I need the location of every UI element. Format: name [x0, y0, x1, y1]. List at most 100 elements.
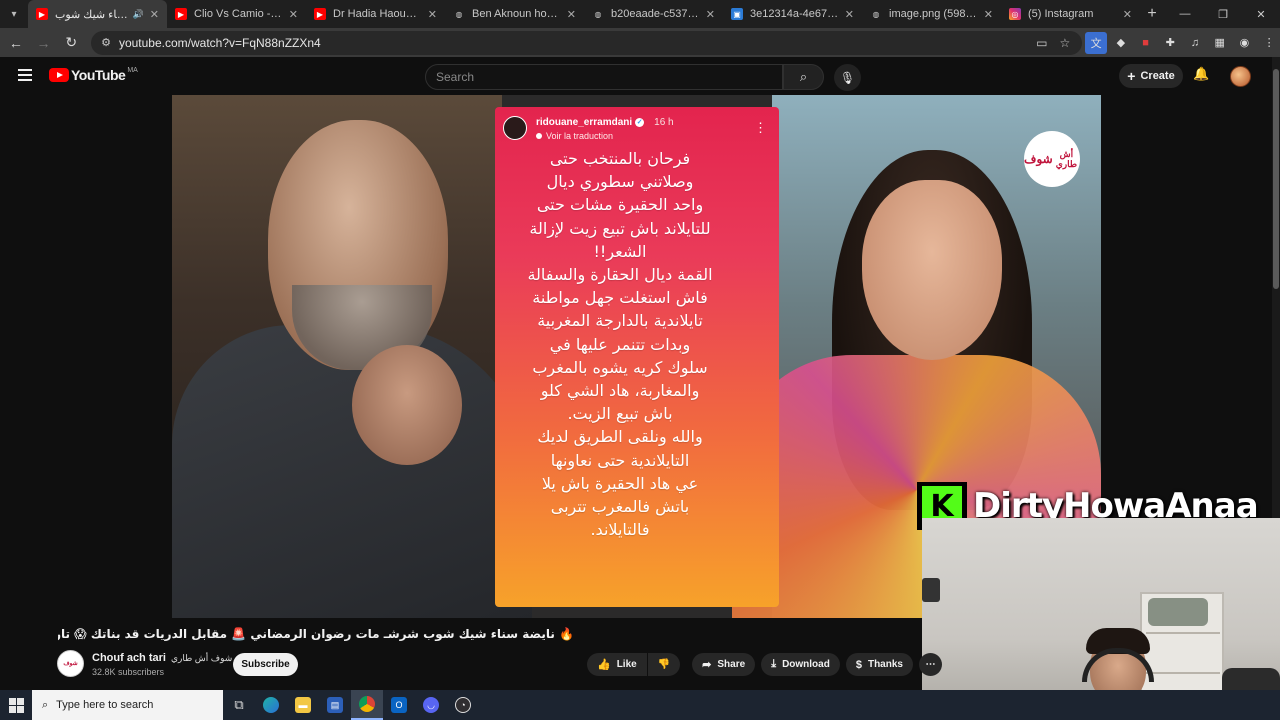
- search-icon[interactable]: ⌕: [783, 64, 824, 90]
- reload-icon[interactable]: ↻: [59, 31, 83, 55]
- close-tab-icon[interactable]: ✕: [428, 8, 437, 21]
- youtube-play-icon: [49, 68, 69, 82]
- video-man-hand: [352, 345, 462, 465]
- hamburger-menu-icon[interactable]: [18, 69, 32, 81]
- youtube-header: YouTube MA Search ⌕ 🎙 + Create 🔔: [0, 57, 1280, 95]
- webcam-shelf-items: [1148, 598, 1208, 626]
- tab-title: Clio Vs Camio - YouTube: [194, 8, 283, 20]
- dislike-button[interactable]: 👎: [647, 653, 681, 676]
- verified-badge-icon: ✓: [635, 118, 645, 127]
- kebab-menu-icon[interactable]: ⋮: [1258, 32, 1280, 54]
- story-line: وصلاتني سطوري ديال: [546, 172, 694, 192]
- account-avatar[interactable]: [1230, 66, 1251, 87]
- translate-extension-icon[interactable]: 文: [1085, 31, 1107, 54]
- close-tab-icon[interactable]: ✕: [984, 8, 993, 21]
- microsoft-store-icon[interactable]: ▤: [319, 690, 351, 720]
- scrollbar-thumb[interactable]: [1273, 69, 1279, 289]
- thanks-label: Thanks: [867, 659, 903, 670]
- cast-icon[interactable]: ▭: [1036, 36, 1047, 50]
- notifications-bell-icon[interactable]: 🔔: [1193, 66, 1209, 82]
- url-text: youtube.com/watch?v=FqN88nZZXn4: [118, 35, 321, 50]
- window-controls: — ❐ ✕: [1166, 0, 1280, 28]
- close-tab-icon[interactable]: ✕: [150, 8, 159, 21]
- forward-arrow-icon[interactable]: →: [32, 31, 56, 55]
- tab-clio-vs-camio[interactable]: ▶ Clio Vs Camio - YouTube ✕: [167, 0, 306, 28]
- video-actions: 👍 Like 👎 ➦ Share ⤓ Download $ Thanks ⋯: [587, 653, 948, 676]
- extensions-puzzle-icon[interactable]: ✚: [1159, 32, 1181, 54]
- extension-red-icon[interactable]: ■: [1135, 32, 1157, 54]
- obs-studio-icon[interactable]: ◔: [447, 690, 479, 720]
- tab-search-button[interactable]: ▾: [0, 0, 28, 28]
- discord-icon[interactable]: ◡: [415, 690, 447, 720]
- tab-youtube-active[interactable]: ▶ نايضة سناء شيك شوب 🔊 ✕: [28, 0, 167, 28]
- chrome-icon[interactable]: [351, 690, 383, 720]
- story-line: فالتايلاند.: [590, 520, 650, 540]
- media-controls-icon[interactable]: ♫: [1184, 32, 1206, 54]
- microphone-icon[interactable]: 🎙: [834, 64, 861, 91]
- task-view-icon[interactable]: ⧉: [223, 690, 255, 720]
- story-more-icon: ⋮: [754, 120, 767, 135]
- channel-avatar[interactable]: شوف: [57, 650, 84, 677]
- address-bar[interactable]: ⚙ youtube.com/watch?v=FqN88nZZXn4 ▭ ☆: [91, 30, 1083, 55]
- story-line: سلوك كريه يشوه بالمغرب: [532, 357, 708, 377]
- close-tab-icon[interactable]: ✕: [1123, 8, 1132, 21]
- thanks-button[interactable]: $ Thanks: [845, 653, 913, 676]
- tab-ben-aknoun[interactable]: ◍ Ben Aknoun hospital cap ✕: [445, 0, 584, 28]
- back-arrow-icon[interactable]: ←: [4, 31, 28, 55]
- share-button[interactable]: ➦ Share: [692, 653, 756, 676]
- close-tab-icon[interactable]: ✕: [567, 8, 576, 21]
- thumbs-down-icon: 👎: [657, 659, 671, 670]
- profile-icon[interactable]: ◉: [1234, 32, 1256, 54]
- story-username: ridouane_erramdani ✓ 16 h: [536, 117, 674, 128]
- tab-instagram[interactable]: ◎ (5) Instagram ✕: [1001, 0, 1140, 28]
- close-tab-icon[interactable]: ✕: [289, 8, 298, 21]
- browser-toolbar: ← → ↻ ⚙ youtube.com/watch?v=FqN88nZZXn4 …: [0, 28, 1280, 57]
- video-woman-face: [862, 180, 1002, 360]
- youtube-wordmark: YouTube: [71, 67, 126, 83]
- site-info-icon[interactable]: ⚙: [101, 36, 111, 49]
- windows-start-icon[interactable]: [0, 690, 32, 720]
- story-line: للتايلاند باش تبيع زيت لإزالة: [529, 218, 711, 238]
- new-tab-button[interactable]: +: [1140, 5, 1164, 23]
- story-line: باتش فالمغرب تتربى: [550, 497, 690, 517]
- taskbar-search-input[interactable]: ⌕ Type here to search: [32, 690, 223, 720]
- tab-title: b20eaade-c537-4cc1-83: [611, 8, 700, 20]
- speaker-icon[interactable]: 🔊: [133, 9, 144, 20]
- subscribe-button[interactable]: Subscribe: [233, 653, 298, 676]
- bookmark-star-icon[interactable]: ☆: [1059, 36, 1070, 50]
- maximize-icon[interactable]: ❐: [1204, 0, 1242, 28]
- tab-grid-icon[interactable]: ▦: [1209, 32, 1231, 54]
- create-button[interactable]: + Create: [1119, 64, 1183, 88]
- watermark-top-text: شوف: [1024, 152, 1053, 166]
- tab-b20eaade[interactable]: ◍ b20eaade-c537-4cc1-83 ✕: [584, 0, 723, 28]
- tab-image-png[interactable]: ◍ image.png (598×573) ✕: [862, 0, 1001, 28]
- close-tab-icon[interactable]: ✕: [706, 8, 715, 21]
- like-button[interactable]: 👍 Like: [587, 653, 647, 676]
- country-code: MA: [127, 66, 138, 74]
- globe-icon: ◍: [594, 9, 602, 19]
- download-button[interactable]: ⤓ Download: [761, 653, 840, 676]
- close-window-icon[interactable]: ✕: [1242, 0, 1280, 28]
- extension-diamond-icon[interactable]: ◆: [1110, 32, 1132, 54]
- tab-title: نايضة سناء شيك شوب: [55, 8, 129, 21]
- channel-name-text: Chouf ach tari: [92, 652, 166, 664]
- close-tab-icon[interactable]: ✕: [845, 8, 854, 21]
- channel-name[interactable]: Chouf ach tari شوف أش طاري: [92, 652, 232, 664]
- minimize-icon[interactable]: —: [1166, 0, 1204, 28]
- more-actions-icon[interactable]: ⋯: [918, 653, 942, 676]
- search-input[interactable]: Search: [425, 64, 783, 90]
- browser-tab-strip: ▾ ▶ نايضة سناء شيك شوب 🔊 ✕ ▶ Clio Vs Cam…: [0, 0, 1280, 28]
- story-time: 16 h: [654, 117, 674, 128]
- youtube-icon: ▶: [36, 8, 48, 20]
- tab-dr-hadia[interactable]: ▶ Dr Hadia Haouari, maître ✕: [306, 0, 445, 28]
- create-label: Create: [1140, 70, 1175, 82]
- file-explorer-icon[interactable]: ▬: [287, 690, 319, 720]
- youtube-icon: ▶: [314, 8, 326, 20]
- image-icon: ▣: [731, 8, 743, 20]
- youtube-logo[interactable]: YouTube MA: [49, 67, 138, 83]
- tab-3e12314a[interactable]: ▣ 3e12314a-4e67-4850-8d ✕: [723, 0, 862, 28]
- story-line: فرحان بالمنتخب حتى: [549, 149, 691, 168]
- edge-browser-icon[interactable]: [255, 690, 287, 720]
- thumbs-up-icon: 👍: [597, 659, 611, 671]
- outlook-icon[interactable]: O: [383, 690, 415, 720]
